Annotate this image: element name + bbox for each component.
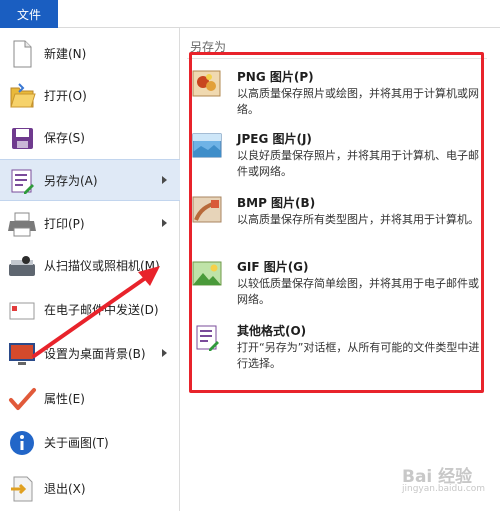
exit-icon <box>6 473 38 505</box>
submenu-arrow-icon <box>162 349 167 357</box>
menu-item-open[interactable]: 打开(O) <box>0 75 180 117</box>
option-png[interactable]: PNG 图片(P) 以高质量保存照片或绘图，并将其用于计算机或网络。 <box>191 64 487 126</box>
option-description: 打开“另存为”对话框，从所有可能的文件类型中进行选择。 <box>237 341 480 370</box>
option-jpeg[interactable]: JPEG 图片(J) 以良好质量保存照片，并将其用于计算机、电子邮件或网络。 <box>191 126 487 188</box>
ribbon-top-bar: 文件 <box>0 0 500 28</box>
email-icon <box>6 294 38 326</box>
option-other-formats[interactable]: 其他格式(O) 打开“另存为”对话框，从所有可能的文件类型中进行选择。 <box>191 318 487 380</box>
menu-item-label: 设置为桌面背景(B) <box>44 347 146 361</box>
menu-item-label: 退出(X) <box>44 482 86 496</box>
gif-image-icon <box>191 258 223 290</box>
file-menu-left-pane: 新建(N) 打开(O) 保存(S) 另存为(A) 打印(P) 从扫描仪或照相机(… <box>0 28 180 511</box>
option-gif[interactable]: GIF 图片(G) 以较低质量保存简单绘图，并将其用于电子邮件或网络。 <box>191 254 487 316</box>
scanner-icon <box>6 250 38 282</box>
option-description: 以较低质量保存简单绘图，并将其用于电子邮件或网络。 <box>237 277 479 306</box>
option-description: 以高质量保存所有类型图片，并将其用于计算机。 <box>237 213 479 226</box>
desktop-background-icon <box>6 338 38 370</box>
option-bmp[interactable]: BMP 图片(B) 以高质量保存所有类型图片，并将其用于计算机。 <box>191 190 487 252</box>
save-as-submenu: 另存为 PNG 图片(P) 以高质量保存照片或绘图，并将其用于计算机或网络。 J… <box>181 28 500 511</box>
open-folder-icon <box>6 80 38 112</box>
png-image-icon <box>191 68 223 100</box>
menu-item-scanner-camera[interactable]: 从扫描仪或照相机(M) <box>0 245 180 287</box>
menu-item-label: 在电子邮件中发送(D) <box>44 303 159 317</box>
other-formats-icon <box>191 322 223 354</box>
menu-item-exit[interactable]: 退出(X) <box>0 468 180 510</box>
menu-item-label: 打开(O) <box>44 89 87 103</box>
option-description: 以良好质量保存照片，并将其用于计算机、电子邮件或网络。 <box>237 149 479 178</box>
menu-item-label: 关于画图(T) <box>44 436 109 450</box>
option-title: JPEG 图片(J) <box>237 132 312 146</box>
save-disk-icon <box>6 122 38 154</box>
new-document-icon <box>6 38 38 70</box>
bmp-image-icon <box>191 194 223 226</box>
menu-item-new[interactable]: 新建(N) <box>0 33 180 75</box>
save-as-icon <box>6 165 38 197</box>
option-title: PNG 图片(P) <box>237 70 314 84</box>
menu-item-label: 打印(P) <box>44 217 85 231</box>
menu-item-label: 另存为(A) <box>44 174 98 188</box>
option-title: 其他格式(O) <box>237 324 307 338</box>
jpeg-image-icon <box>191 130 223 162</box>
menu-item-print[interactable]: 打印(P) <box>0 203 180 245</box>
option-description: 以高质量保存照片或绘图，并将其用于计算机或网络。 <box>237 87 479 116</box>
option-title: BMP 图片(B) <box>237 196 316 210</box>
menu-item-label: 保存(S) <box>44 131 85 145</box>
menu-item-label: 属性(E) <box>44 392 85 406</box>
menu-item-properties[interactable]: 属性(E) <box>0 378 180 420</box>
divider <box>187 58 487 59</box>
menu-item-send-email[interactable]: 在电子邮件中发送(D) <box>0 289 180 331</box>
panel-title: 另存为 <box>190 40 227 54</box>
option-title: GIF 图片(G) <box>237 260 309 274</box>
menu-item-save-as[interactable]: 另存为(A) <box>0 159 180 201</box>
submenu-arrow-icon <box>162 219 167 227</box>
menu-item-label: 新建(N) <box>44 47 87 61</box>
menu-item-label: 从扫描仪或照相机(M) <box>44 259 160 273</box>
menu-item-save[interactable]: 保存(S) <box>0 117 180 159</box>
checkmark-icon <box>6 383 38 415</box>
submenu-arrow-icon <box>162 176 167 184</box>
file-tab[interactable]: 文件 <box>0 0 58 28</box>
watermark: Bai 经验 jingyan.baidu.com <box>380 460 490 500</box>
menu-item-about[interactable]: 关于画图(T) <box>0 422 180 464</box>
menu-item-desktop-background[interactable]: 设置为桌面背景(B) <box>0 333 180 375</box>
printer-icon <box>6 208 38 240</box>
watermark-subtext: jingyan.baidu.com <box>402 484 486 494</box>
info-icon <box>6 427 38 459</box>
